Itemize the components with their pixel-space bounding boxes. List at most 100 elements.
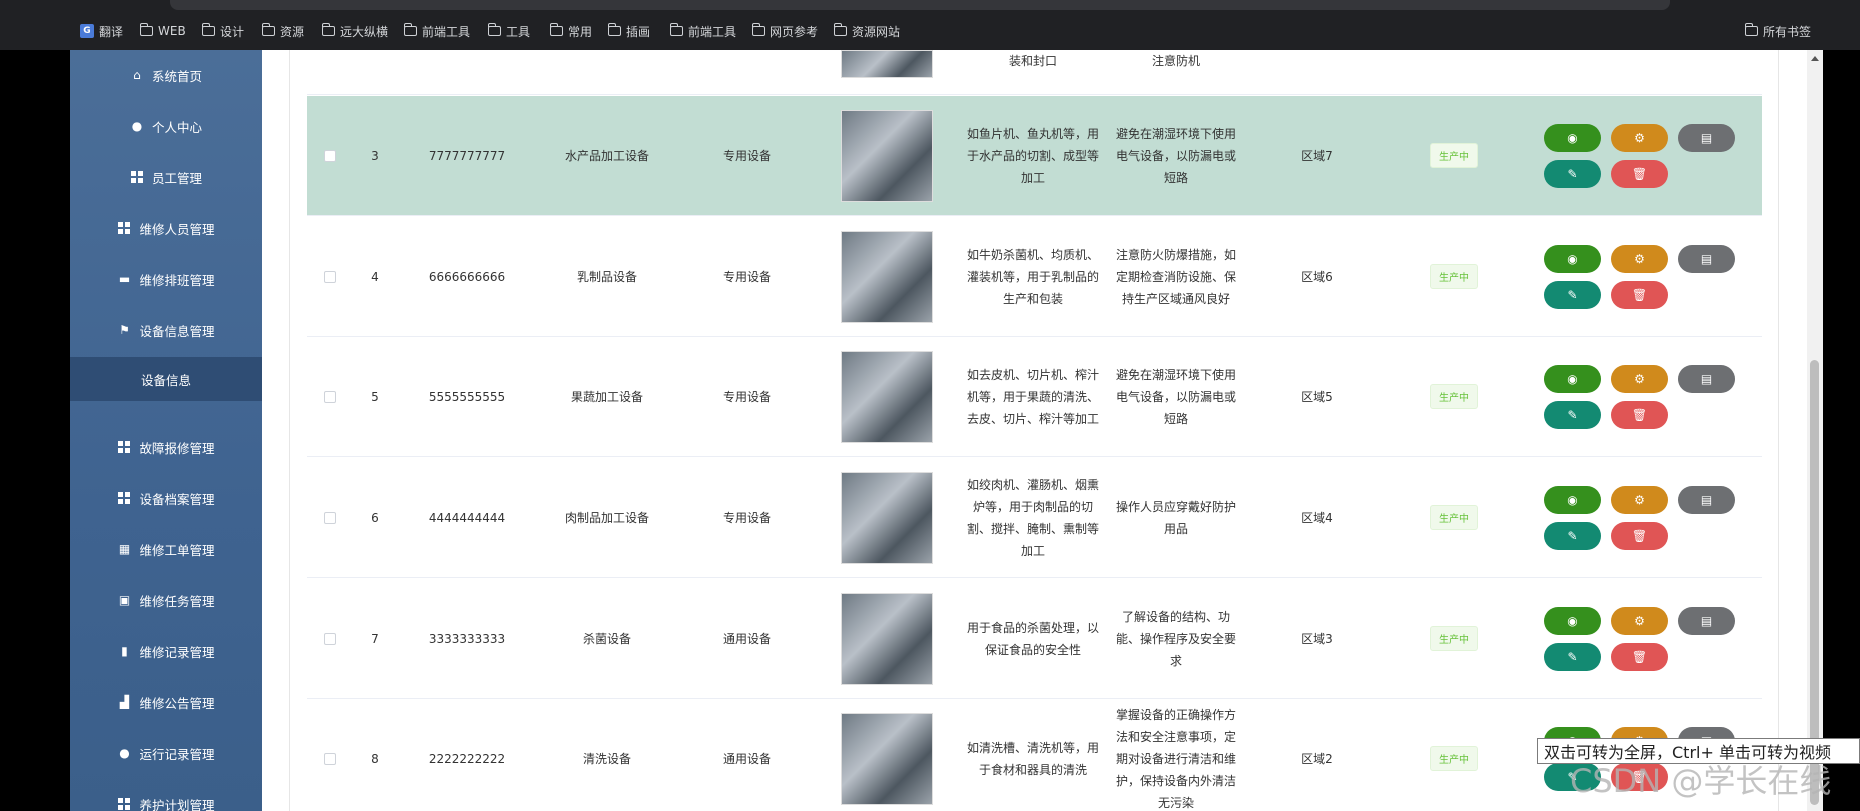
sidebar-item[interactable]: ● 个人中心: [70, 106, 262, 146]
row-actions: ◉ ⚙ ▤ ✎ 🗑: [1544, 364, 1735, 429]
table-row[interactable]: 4 6666666666 乳制品设备 专用设备 如牛奶杀菌机、均质机、灌装机等，用于乳制…: [307, 217, 1762, 337]
sidebar-item[interactable]: 维修人员管理: [70, 208, 262, 248]
edit-button[interactable]: ✎: [1544, 280, 1601, 309]
detail-button[interactable]: ▤: [1678, 123, 1735, 152]
pencil-icon: ✎: [1567, 649, 1578, 664]
sidebar-item[interactable]: ⚑ 设备信息管理: [70, 310, 262, 350]
bookmark-item[interactable]: 设计: [202, 23, 244, 39]
document-icon: ▤: [1700, 613, 1713, 628]
view-button[interactable]: ◉: [1544, 485, 1601, 514]
device-name: 肉制品加工设备: [564, 511, 649, 525]
gear-icon: ⚙: [1634, 251, 1645, 266]
sidebar-item[interactable]: ● 运行记录管理: [70, 733, 262, 773]
settings-button[interactable]: ⚙: [1611, 123, 1668, 152]
edit-button[interactable]: ✎: [1544, 521, 1601, 550]
sidebar-item-label: 维修排班管理: [139, 272, 215, 288]
delete-button[interactable]: 🗑: [1611, 400, 1668, 429]
table-row[interactable]: 6 4444444444 肉制品加工设备 专用设备 如绞肉机、灌肠机、烟熏炉等，用于肉制…: [307, 458, 1762, 578]
bookmark-item[interactable]: WEB: [140, 23, 186, 39]
bookmark-item[interactable]: 常用: [550, 23, 592, 39]
bookmark-item[interactable]: 插画: [608, 23, 650, 39]
bookmarks-bar: G 翻译 WEB 设计 资源 远大纵横 前端工具 工具 常用 插画 前端工具 网页参考 资源网站 所有书签: [0, 12, 1860, 50]
detail-button[interactable]: ▤: [1678, 606, 1735, 635]
table-row[interactable]: 3 7777777777 水产品加工设备 专用设备 如鱼片机、鱼丸机等，用于水产品的切割…: [307, 96, 1762, 216]
bookmark-item[interactable]: G 翻译: [80, 23, 123, 39]
device-image[interactable]: [841, 592, 933, 685]
device-description: 如绞肉机、灌肠机、烟熏炉等，用于肉制品的切割、搅拌、腌制、熏制等加工: [966, 477, 1099, 558]
settings-button[interactable]: ⚙: [1611, 485, 1668, 514]
row-checkbox[interactable]: [324, 632, 336, 645]
settings-button[interactable]: ⚙: [1611, 606, 1668, 635]
bookmark-item[interactable]: 资源网站: [834, 23, 900, 39]
eye-icon: ◉: [1567, 613, 1578, 628]
row-checkbox[interactable]: [324, 149, 336, 162]
page-scrollbar[interactable]: [1807, 50, 1823, 811]
folder-icon: [322, 23, 335, 36]
sidebar-item-label: 故障报修管理: [139, 440, 215, 456]
settings-button[interactable]: ⚙: [1611, 364, 1668, 393]
sidebar-item[interactable]: ▦ 维修工单管理: [70, 529, 262, 569]
row-checkbox[interactable]: [324, 390, 336, 403]
sidebar-item[interactable]: 员工管理: [70, 157, 262, 197]
bookmark-label: 资源: [280, 24, 305, 39]
row-checkbox[interactable]: [324, 752, 336, 765]
table-row[interactable]: 7 3333333333 杀菌设备 通用设备 用于食品的杀菌处理，以保证食品的安全性 了解…: [307, 579, 1762, 699]
all-bookmarks[interactable]: 所有书签: [1745, 23, 1811, 39]
device-description: 装和封口: [1008, 54, 1057, 68]
sidebar-item[interactable]: 养护计划管理: [70, 784, 262, 811]
edit-button[interactable]: ✎: [1544, 159, 1601, 188]
device-notes: 避免在潮湿环境下使用电气设备，以防漏电或短路: [1115, 367, 1236, 426]
table-row[interactable]: 5 5555555555 果蔬加工设备 专用设备 如去皮机、切片机、榨汁机等，用于果蔬的…: [307, 337, 1762, 457]
folder-icon: [488, 23, 501, 36]
delete-button[interactable]: 🗑: [1611, 159, 1668, 188]
document-icon: ▤: [1700, 492, 1713, 507]
bookmark-item[interactable]: 前端工具: [670, 23, 736, 39]
sidebar-item[interactable]: ▣ 维修任务管理: [70, 580, 262, 620]
detail-button[interactable]: ▤: [1678, 364, 1735, 393]
bookmark-label: 常用: [568, 24, 593, 39]
address-bar[interactable]: [170, 0, 1670, 10]
device-image[interactable]: [841, 230, 933, 323]
detail-button[interactable]: ▤: [1678, 244, 1735, 273]
view-button[interactable]: ◉: [1544, 606, 1601, 635]
sidebar-item[interactable]: 设备档案管理: [70, 478, 262, 518]
row-checkbox[interactable]: [324, 511, 336, 524]
device-image[interactable]: [841, 712, 933, 805]
device-notes: 注意防机: [1151, 54, 1200, 68]
sidebar-item[interactable]: ⌂ 系统首页: [70, 55, 262, 95]
sidebar-item[interactable]: ▟ 维修公告管理: [70, 682, 262, 722]
scroll-up-arrow-icon[interactable]: [1811, 56, 1819, 61]
device-image[interactable]: [841, 471, 933, 564]
view-button[interactable]: ◉: [1544, 244, 1601, 273]
folder-icon: [1745, 23, 1758, 36]
detail-button[interactable]: ▤: [1678, 485, 1735, 514]
folder-icon: [608, 23, 621, 36]
delete-button[interactable]: 🗑: [1611, 642, 1668, 671]
sidebar-item[interactable]: ▬ 维修排班管理: [70, 259, 262, 299]
bookmark-label: 翻译: [99, 24, 124, 39]
delete-button[interactable]: 🗑: [1611, 521, 1668, 550]
sidebar-item[interactable]: ▮ 维修记录管理: [70, 631, 262, 671]
sidebar-item[interactable]: 故障报修管理: [70, 427, 262, 467]
grid-icon: [117, 797, 131, 811]
bookmark-item[interactable]: 远大纵横: [322, 23, 388, 39]
device-name: 乳制品设备: [576, 270, 637, 284]
delete-button[interactable]: 🗑: [1611, 280, 1668, 309]
bookmark-item[interactable]: 资源: [262, 23, 304, 39]
bookmark-item[interactable]: 工具: [488, 23, 530, 39]
sidebar-item-label: 维修人员管理: [139, 221, 215, 237]
bookmark-item[interactable]: 前端工具: [404, 23, 470, 39]
view-button[interactable]: ◉: [1544, 364, 1601, 393]
settings-button[interactable]: ⚙: [1611, 244, 1668, 273]
device-image[interactable]: [841, 109, 933, 202]
edit-button[interactable]: ✎: [1544, 642, 1601, 671]
device-image[interactable]: [841, 350, 933, 443]
bookmark-label: 前端工具: [688, 24, 737, 39]
row-checkbox[interactable]: [324, 270, 336, 283]
trash-icon: 🗑: [1631, 649, 1648, 664]
bookmark-item[interactable]: 网页参考: [752, 23, 818, 39]
device-name: 清洗设备: [582, 752, 631, 766]
view-button[interactable]: ◉: [1544, 123, 1601, 152]
sidebar-subitem-device-info[interactable]: 设备信息: [70, 357, 262, 401]
edit-button[interactable]: ✎: [1544, 400, 1601, 429]
